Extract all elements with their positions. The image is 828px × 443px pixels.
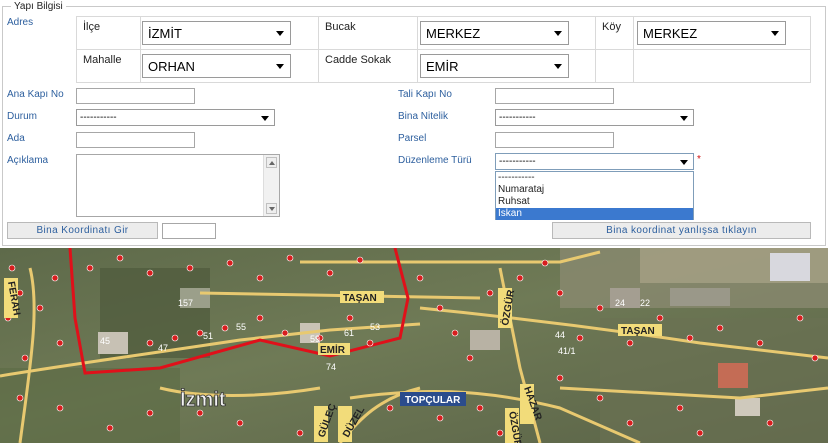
koy-label: Köy (595, 16, 634, 50)
adres-label: Adres (7, 17, 34, 28)
parcel-number: 59 (310, 334, 320, 344)
chevron-down-icon (554, 31, 562, 36)
street-label: TAŞAN (343, 293, 377, 304)
building (670, 288, 730, 306)
chevron-down-icon (680, 116, 688, 121)
duzenleme-turu-options[interactable]: ----------- Numarataj Ruhsat İskan (495, 171, 694, 220)
option-ruhsat[interactable]: Ruhsat (496, 196, 693, 208)
fieldset-legend: Yapı Bilgisi (11, 1, 66, 13)
ada-label: Ada (7, 133, 25, 144)
duzenleme-turu-label: Düzenleme Türü (398, 155, 472, 166)
parcel-number: 24 (615, 298, 625, 308)
bucak-value: MERKEZ (426, 26, 481, 41)
ilce-value: İZMİT (148, 26, 182, 41)
mahalle-select[interactable]: ORHAN (142, 54, 291, 78)
parsel-input[interactable] (495, 132, 614, 148)
satellite-map[interactable]: 157 45 47 51 55 59 61 53 74 41/1 44 22 2… (0, 248, 828, 443)
tali-kapi-no-label: Tali Kapı No (398, 89, 452, 100)
ana-kapi-no-input[interactable] (76, 88, 195, 104)
ana-kapi-no-label: Ana Kapı No (7, 89, 64, 100)
parcel-number: 55 (236, 322, 246, 332)
chevron-down-icon (680, 160, 688, 165)
parcel-number: 157 (178, 298, 193, 308)
durum-select[interactable]: ----------- (76, 109, 275, 126)
duzenleme-turu-select[interactable]: ----------- (495, 153, 694, 170)
building (718, 363, 748, 388)
cadde-select[interactable]: EMİR (420, 54, 569, 78)
scroll-up-icon[interactable] (266, 157, 277, 168)
koy-value: MERKEZ (643, 26, 698, 41)
street-label: EMİR (320, 343, 346, 356)
aciklama-textarea[interactable] (76, 154, 280, 217)
street-label: TOPÇULAR (405, 395, 461, 406)
parcel-number: 51 (203, 331, 213, 341)
bina-koordinat-yanlis-button[interactable]: Bina koordinat yanlışsa tıklayın (552, 222, 811, 239)
duzenleme-turu-value: ----------- (499, 156, 536, 167)
durum-label: Durum (7, 111, 38, 122)
tali-kapi-no-input[interactable] (495, 88, 614, 104)
mahalle-value: ORHAN (148, 59, 195, 74)
parcel-number: 41/1 (558, 346, 576, 356)
empty-cell-2 (633, 49, 811, 83)
bina-koordinati-gir-button[interactable]: Bina Koordinatı Gir (7, 222, 158, 239)
bina-nitelik-label: Bina Nitelik (398, 111, 449, 122)
chevron-down-icon (554, 64, 562, 69)
parcel-number: 45 (100, 336, 110, 346)
bucak-select[interactable]: MERKEZ (420, 21, 569, 45)
chevron-down-icon (276, 31, 284, 36)
textarea-scrollbar[interactable] (263, 155, 279, 216)
required-mark: * (697, 154, 701, 165)
building (470, 330, 500, 350)
ada-input[interactable] (76, 132, 195, 148)
parcel-number: 47 (158, 343, 168, 353)
bina-nitelik-select[interactable]: ----------- (495, 109, 694, 126)
ilce-select[interactable]: İZMİT (142, 21, 291, 45)
building (770, 253, 810, 281)
bucak-label: Bucak (318, 16, 418, 50)
aciklama-label: Açıklama (7, 155, 49, 166)
chevron-down-icon (261, 116, 269, 121)
scroll-down-icon[interactable] (266, 203, 277, 214)
chevron-down-icon (771, 31, 779, 36)
parcel-number: 53 (370, 322, 380, 332)
option-iskan[interactable]: İskan (496, 208, 693, 220)
city-label: İzmit (180, 388, 226, 411)
street-label: TAŞAN (621, 326, 655, 337)
parcel-number: 44 (555, 330, 565, 340)
map-view[interactable]: 157 45 47 51 55 59 61 53 74 41/1 44 22 2… (0, 248, 828, 443)
cadde-label: Cadde Sokak (318, 49, 418, 83)
option-none[interactable]: ----------- (496, 172, 693, 184)
chevron-down-icon (276, 64, 284, 69)
parsel-label: Parsel (398, 133, 427, 144)
koordinat-input[interactable] (162, 223, 216, 239)
cadde-value: EMİR (426, 59, 459, 74)
parcel-number: 61 (344, 328, 354, 338)
building (735, 398, 760, 416)
mahalle-label: Mahalle (76, 49, 141, 83)
koy-select[interactable]: MERKEZ (637, 21, 786, 45)
parcel-number: 22 (640, 298, 650, 308)
empty-cell (595, 49, 634, 83)
durum-value: ----------- (80, 112, 117, 123)
option-numarataj[interactable]: Numarataj (496, 184, 693, 196)
ilce-label: İlçe (76, 16, 141, 50)
bina-nitelik-value: ----------- (499, 112, 536, 123)
parcel-number: 74 (326, 362, 336, 372)
